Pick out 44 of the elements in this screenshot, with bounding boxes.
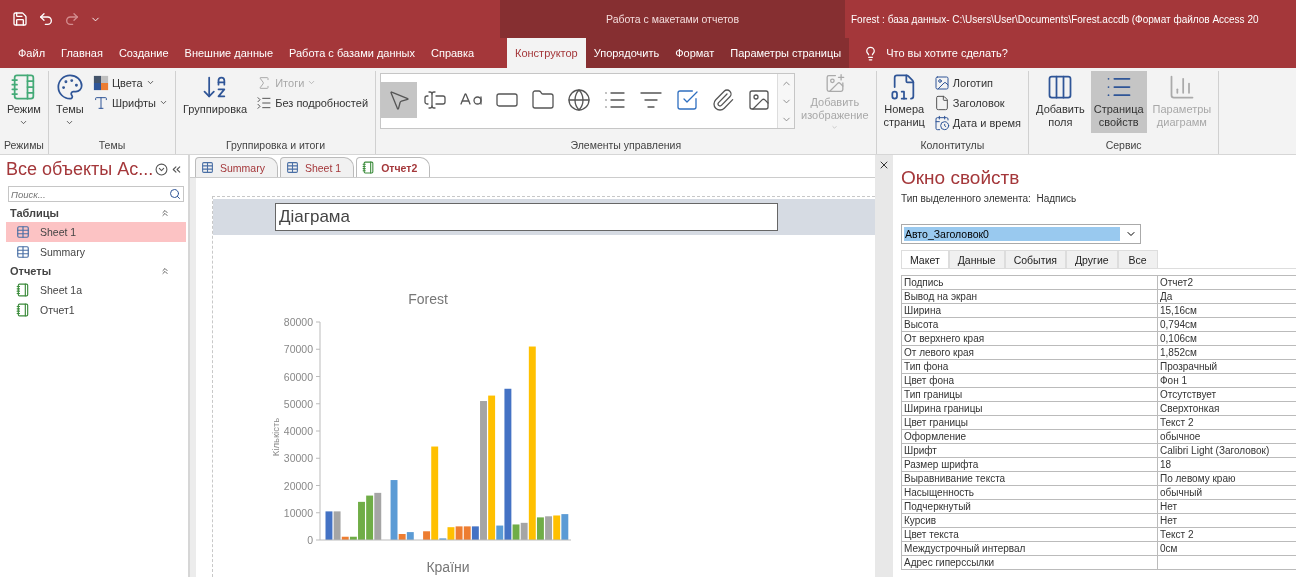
property-name: Цвет текста [901,528,1157,542]
axis-tick-label: 50000 [283,397,313,410]
property-name: От левого края [901,346,1157,360]
selection-type-text: Тип выделенного элемента: Надпись [901,193,1078,204]
property-name: Междустрочный интервал [901,542,1157,556]
window-title: Forest : база данных- C:\Users\User\Documents\Forest.accdb (Формат файлов Access 20 [850,12,1260,27]
chart-title: Forest [408,291,448,307]
property-name: Адрес гиперссылки [901,556,1157,570]
group-label: Элементы управления [569,139,683,153]
axis-title: Країни [426,559,470,575]
axis-tick-label: 40000 [283,425,313,437]
group-label: Режимы [4,139,44,153]
axis-tick-label: 30000 [283,452,313,465]
property-name: Вывод на экран [901,290,1157,304]
property-name: Размер шрифта [901,458,1157,472]
property-name: Тип фона [901,360,1157,374]
property-name: Выравнивание текста [901,472,1157,486]
axis-tick-label: 60000 [283,370,313,383]
property-sheet-title: Окно свойств [901,167,1021,189]
axis-tick-label: 70000 [283,343,313,356]
group-label: Колонтитулы [919,139,986,153]
property-name: Ширина [901,304,1157,318]
property-name: Подпись [901,276,1157,290]
context-title: Работа с макетами отчетов [500,0,845,38]
property-name: Подчеркнутый [901,500,1157,514]
axis-tick-label: 80000 [283,316,313,328]
property-name: Шрифт [901,444,1157,458]
nav-pane-title: Все объекты Ac... [6,159,154,180]
property-name: Ширина границы [901,402,1157,416]
axis-tick-label: 0 [307,534,313,546]
group-label: Группировка и итоги [225,139,327,153]
axis-title: Кількість [270,417,281,457]
property-name: Тип границы [901,388,1157,402]
group-label: Сервис [1104,139,1143,153]
property-name: Оформление [901,430,1157,444]
property-name: Цвет границы [901,416,1157,430]
group-label: Темы [97,139,127,153]
property-name: Насыщенность [901,486,1157,500]
property-name: Цвет фона [901,374,1157,388]
property-name: От верхнего края [901,332,1157,346]
axis-tick-label: 20000 [283,479,313,492]
property-name: Высота [901,318,1157,332]
property-name: Курсив [901,514,1157,528]
axis-tick-label: 10000 [283,506,313,519]
